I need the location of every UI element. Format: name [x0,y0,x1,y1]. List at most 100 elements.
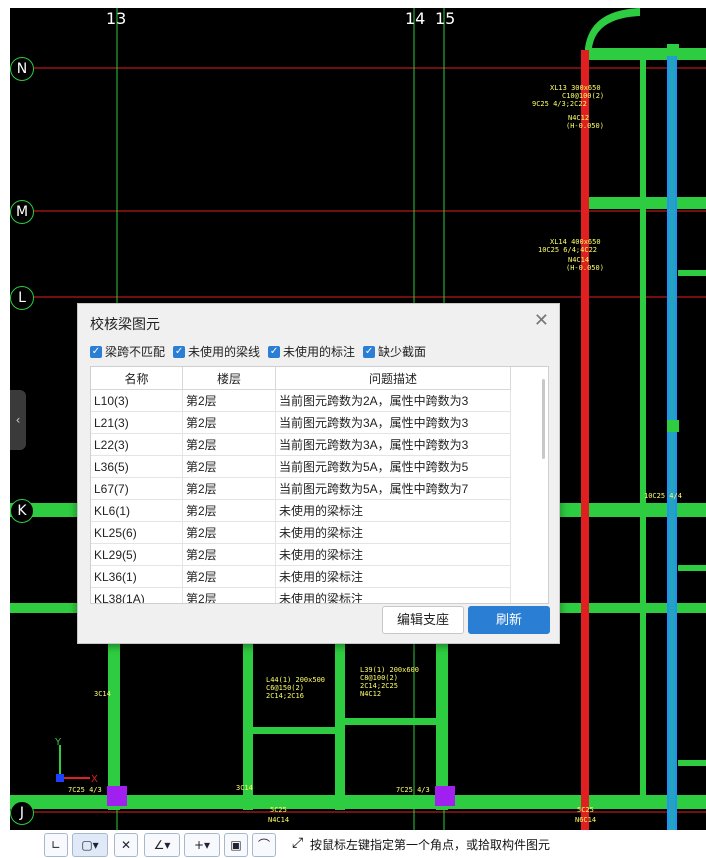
cell-floor: 第2层 [182,499,276,522]
table-row[interactable]: L22(3) 第2层 当前图元跨数为3A，属性中跨数为3 [91,433,511,456]
svg-text:2C14;2C16: 2C14;2C16 [266,692,304,700]
table-row[interactable]: KL36(1) 第2层 未使用的梁标注 [91,565,511,588]
axis-label-15: 15 [435,9,456,28]
cell-name: KL6(1) [91,499,183,522]
cell-description: 未使用的梁标注 [275,543,511,566]
svg-text:3C14: 3C14 [94,690,111,698]
cell-description: 当前图元跨数为2A，属性中跨数为3 [275,389,511,412]
edit-support-button[interactable]: 编辑支座 [382,606,464,634]
cell-name: L22(3) [91,433,183,456]
orthogonal-icon[interactable]: ∟ [44,833,68,857]
svg-text:10C25 6/4;4C22: 10C25 6/4;4C22 [538,246,597,254]
cell-name: L10(3) [91,389,183,412]
svg-text:(H-0.050): (H-0.050) [566,264,604,272]
close-icon[interactable]: ✕ [534,310,549,331]
svg-text:3C14: 3C14 [236,784,253,792]
cell-name: KL29(5) [91,543,183,566]
cell-description: 当前图元跨数为3A，属性中跨数为3 [275,411,511,434]
angle-icon[interactable]: ∠▾ [144,833,180,857]
table-row[interactable]: L10(3) 第2层 当前图元跨数为2A，属性中跨数为3 [91,389,511,412]
table-row[interactable]: L21(3) 第2层 当前图元跨数为3A，属性中跨数为3 [91,411,511,434]
axis-label-j: J [10,801,34,825]
svg-text:L44(1) 200x500: L44(1) 200x500 [266,676,325,684]
column-header-description[interactable]: 问题描述 [275,367,511,390]
bottom-toolbar: ∟ ▢▾ ✕ ∠▾ +▾ ▣ ⌒ ⤢ 按鼠标左键指定第一个角点，或拾取构件图元 [0,830,706,858]
cell-name: KL38(1A) [91,587,183,603]
filter-label: 梁跨不匹配 [105,345,166,359]
column-header-name[interactable]: 名称 [91,367,183,390]
filter-label: 未使用的标注 [283,345,356,359]
svg-text:7C25 4/3: 7C25 4/3 [68,786,102,794]
rectangle-select-icon[interactable]: ▢▾ [72,833,108,857]
axis-label-n: N [10,57,34,81]
cell-name: L36(5) [91,455,183,478]
table-row[interactable]: KL38(1A) 第2层 未使用的梁标注 [91,587,511,603]
cell-name: KL25(6) [91,521,183,544]
svg-text:N6C14: N6C14 [575,816,596,824]
result-table[interactable]: 名称 楼层 问题描述 L10(3) 第2层 当前图元跨数为2A，属性中跨数为3 L21… [90,366,549,604]
checkbox-span-mismatch[interactable]: ✓ [90,345,102,358]
resize-arrow-icon: ⤢ [292,835,304,851]
table-row[interactable]: L36(5) 第2层 当前图元跨数为5A，属性中跨数为5 [91,455,511,478]
svg-text:10C25 4/4: 10C25 4/4 [644,492,682,500]
cell-description: 当前图元跨数为3A，属性中跨数为3 [275,433,511,456]
checkbox-unused-beam-line[interactable]: ✓ [173,345,186,358]
cross-icon[interactable]: ✕ [114,833,138,857]
cell-name: L21(3) [91,411,183,434]
cell-description: 未使用的梁标注 [275,499,511,522]
status-text: 按鼠标左键指定第一个角点，或拾取构件图元 [310,838,551,852]
axis-label-l: L [10,286,34,310]
axis-label-13: 13 [106,9,127,28]
arc-icon[interactable]: ⌒ [252,833,276,857]
capture-icon[interactable]: ▣ [224,833,248,857]
filter-unused-beam-line[interactable]: ✓ 未使用的梁线 [173,343,260,360]
cell-name: L67(7) [91,477,183,500]
svg-text:C8@100(2): C8@100(2) [360,674,398,682]
cell-floor: 第2层 [182,411,276,434]
axis-label-m: M [10,200,34,224]
svg-text:5C25: 5C25 [270,806,287,814]
cell-floor: 第2层 [182,521,276,544]
cell-description: 未使用的梁标注 [275,587,511,603]
svg-text:Y: Y [54,737,62,748]
table-scrollbar[interactable] [542,379,545,459]
filter-options: ✓ 梁跨不匹配 ✓ 未使用的梁线 ✓ 未使用的标注 ✓ 缺少截面 [90,343,426,360]
checkbox-unused-annotation[interactable]: ✓ [268,345,281,358]
refresh-button[interactable]: 刷新 [468,606,550,634]
cell-description: 当前图元跨数为5A，属性中跨数为7 [275,477,511,500]
axis-label-14: 14 [405,9,426,28]
filter-label: 缺少截面 [378,345,427,359]
dialog-title: 校核梁图元 [90,316,160,332]
table-header: 名称 楼层 问题描述 [91,367,511,390]
cell-floor: 第2层 [182,565,276,588]
cell-floor: 第2层 [182,543,276,566]
column-header-floor[interactable]: 楼层 [182,367,276,390]
svg-text:N4C12: N4C12 [568,114,589,122]
table-row[interactable]: KL25(6) 第2层 未使用的梁标注 [91,521,511,544]
point-offset-icon[interactable]: +▾ [184,833,220,857]
table-row[interactable]: KL6(1) 第2层 未使用的梁标注 [91,499,511,522]
svg-text:9C25 4/3;2C22: 9C25 4/3;2C22 [532,100,587,108]
svg-text:5C25: 5C25 [577,806,594,814]
table-row[interactable]: KL29(5) 第2层 未使用的梁标注 [91,543,511,566]
left-panel-toggle[interactable]: ‹ [10,390,26,450]
filter-missing-section[interactable]: ✓ 缺少截面 [363,343,426,360]
chevron-left-icon: ‹ [15,413,21,427]
svg-text:N4C14: N4C14 [268,816,289,824]
svg-text:N4C14: N4C14 [568,256,589,264]
checkbox-missing-section[interactable]: ✓ [363,345,376,358]
table-row[interactable]: L67(7) 第2层 当前图元跨数为5A，属性中跨数为7 [91,477,511,500]
beam-red [581,50,589,830]
cell-description: 未使用的梁标注 [275,565,511,588]
svg-text:XL13 300x650: XL13 300x650 [550,84,601,92]
svg-text:L39(1) 200x600: L39(1) 200x600 [360,666,419,674]
svg-text:XL14 400x650: XL14 400x650 [550,238,601,246]
cell-floor: 第2层 [182,389,276,412]
svg-text:N4C12: N4C12 [360,690,381,698]
filter-label: 未使用的梁线 [188,345,261,359]
filter-span-mismatch[interactable]: ✓ 梁跨不匹配 [90,343,165,360]
svg-text:X: X [91,774,98,785]
svg-text:C6@150(2): C6@150(2) [266,684,304,692]
cell-name: KL36(1) [91,565,183,588]
filter-unused-annotation[interactable]: ✓ 未使用的标注 [268,343,355,360]
